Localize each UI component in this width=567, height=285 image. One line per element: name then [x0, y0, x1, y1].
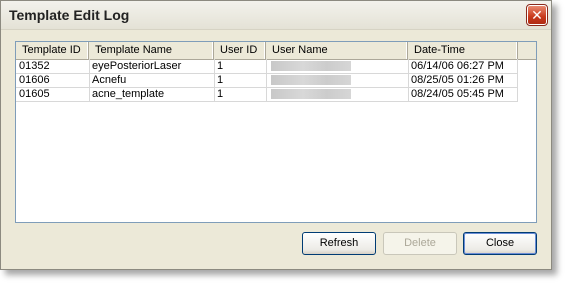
column-header-user-id[interactable]: User ID — [214, 42, 266, 59]
close-button[interactable]: Close — [463, 232, 537, 255]
table-row[interactable]: 01605 acne_template 1 08/24/05 05:45 PM — [16, 87, 536, 101]
grid-line — [89, 59, 90, 102]
close-icon[interactable]: ✕ — [526, 4, 548, 26]
redacted-user-name — [271, 75, 351, 85]
table-row[interactable]: 01352 eyePosteriorLaser 1 06/14/06 06:27… — [16, 59, 536, 73]
grid-line — [214, 59, 215, 102]
cell-user-id: 1 — [217, 88, 224, 100]
column-header-date-time[interactable]: Date-Time — [408, 42, 518, 59]
cell-template-id: 01605 — [19, 88, 50, 100]
cell-user-name — [266, 87, 408, 101]
table-row[interactable]: 01606 Acnefu 1 08/25/05 01:26 PM — [16, 73, 536, 87]
grid-line — [408, 59, 409, 102]
log-list-view[interactable]: Template ID Template Name User ID User N… — [15, 41, 537, 223]
delete-button[interactable]: Delete — [383, 232, 457, 255]
redacted-user-name — [271, 89, 351, 99]
grid-line — [16, 73, 518, 74]
refresh-button[interactable]: Refresh — [302, 232, 376, 255]
cell-date-time: 08/25/05 01:26 PM — [411, 74, 504, 86]
cell-date-time: 06/14/06 06:27 PM — [411, 60, 504, 72]
cell-template-name: Acnefu — [92, 74, 127, 86]
list-header: Template ID Template Name User ID User N… — [16, 42, 536, 60]
cell-template-id: 01352 — [19, 60, 50, 72]
window-title: Template Edit Log — [9, 7, 130, 23]
column-header-template-id[interactable]: Template ID — [16, 42, 89, 59]
cell-user-name — [266, 59, 408, 73]
redacted-user-name — [271, 61, 351, 71]
cell-user-id: 1 — [217, 74, 224, 86]
grid-line — [16, 101, 518, 102]
cell-user-name — [266, 73, 408, 87]
grid-line — [16, 87, 518, 88]
column-header-template-name[interactable]: Template Name — [89, 42, 214, 59]
grid-line — [517, 59, 518, 102]
grid-line — [266, 59, 267, 102]
title-bar[interactable]: Template Edit Log ✕ — [1, 1, 551, 30]
cell-template-name: acne_template — [92, 88, 165, 100]
cell-template-name: eyePosteriorLaser — [92, 60, 182, 72]
cell-template-id: 01606 — [19, 74, 50, 86]
cell-user-id: 1 — [217, 60, 224, 72]
column-header-user-name[interactable]: User Name — [266, 42, 408, 59]
cell-date-time: 08/24/05 05:45 PM — [411, 88, 504, 100]
template-edit-log-dialog: Template Edit Log ✕ Template ID Template… — [0, 0, 552, 270]
